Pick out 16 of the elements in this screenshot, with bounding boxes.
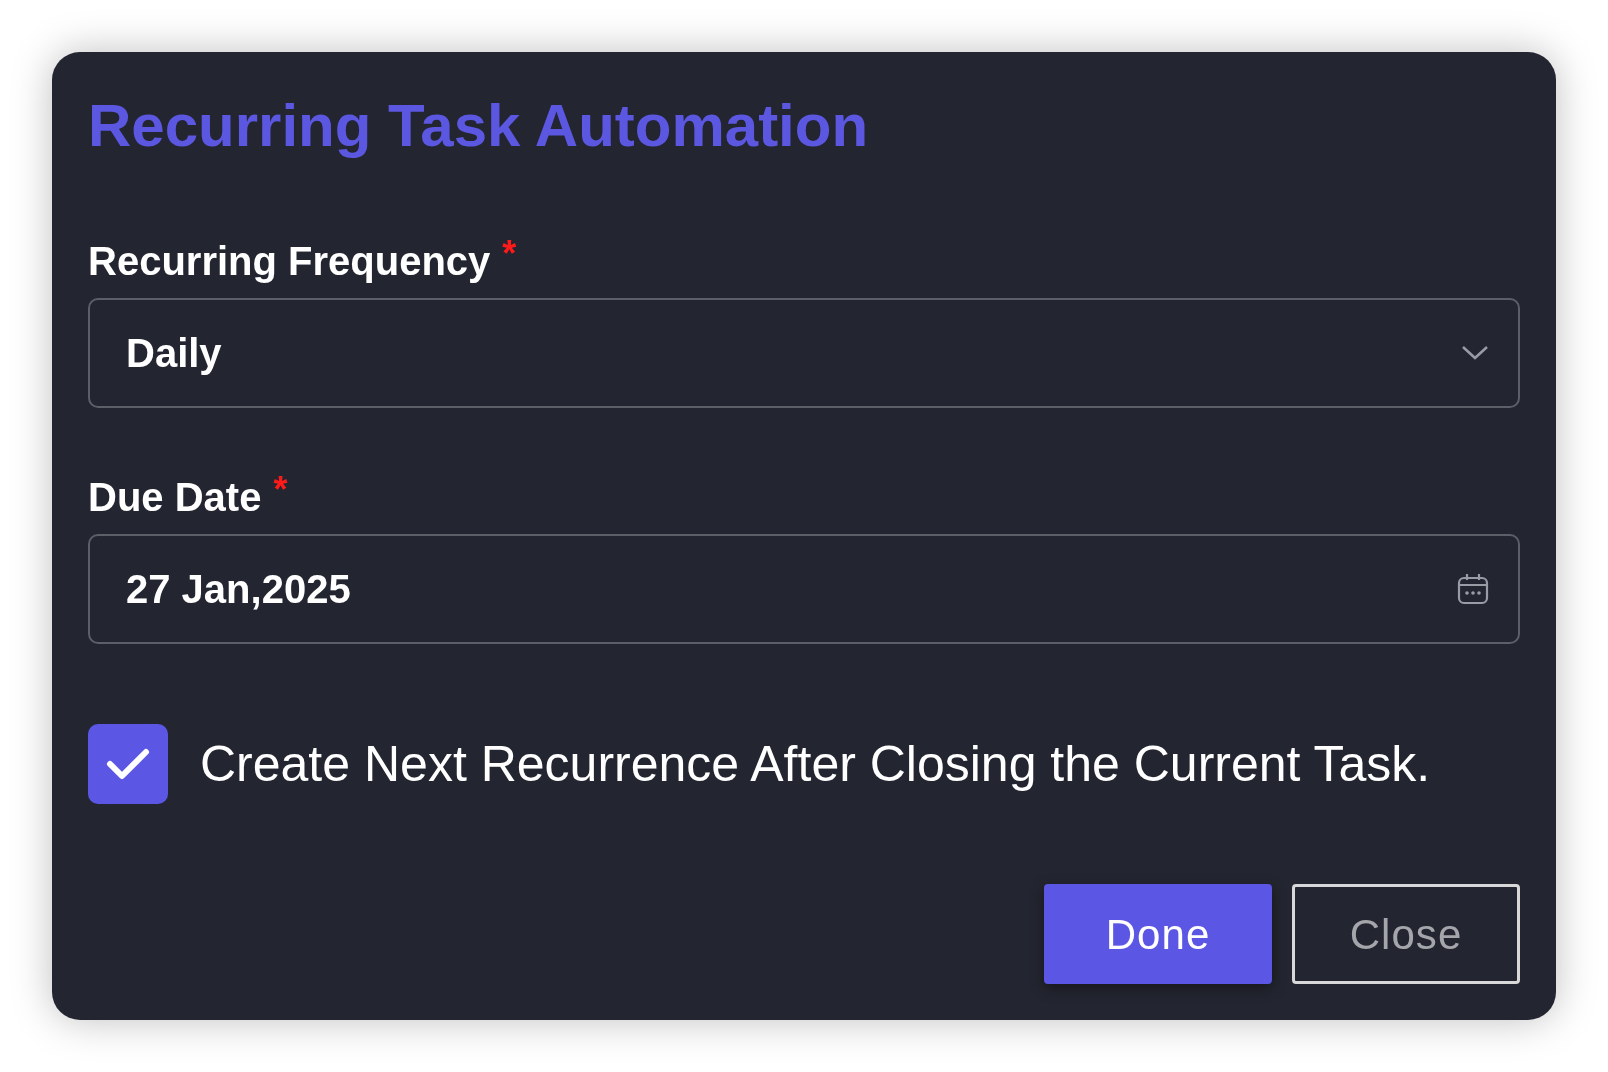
date-field[interactable]: 27 Jan,2025	[88, 534, 1520, 644]
checkbox-label: Create Next Recurrence After Closing the Current Task.	[200, 734, 1431, 794]
done-button[interactable]: Done	[1044, 884, 1272, 984]
field-label: Recurring Frequency	[88, 238, 491, 285]
close-button[interactable]: Close	[1292, 884, 1520, 984]
checkmark-icon	[106, 747, 150, 781]
required-mark: *	[273, 472, 288, 508]
required-mark: *	[502, 236, 517, 272]
frequency-dropdown[interactable]: Daily	[88, 298, 1520, 408]
field-label: Due Date	[88, 474, 262, 521]
checkbox[interactable]	[88, 724, 168, 804]
chevron-down-icon	[1460, 344, 1490, 362]
dialog-title: Recurring Task Automation	[88, 96, 869, 156]
calendar-icon	[1456, 572, 1490, 606]
field-value: Daily	[126, 330, 222, 377]
field-value: 27 Jan,2025	[126, 566, 351, 613]
